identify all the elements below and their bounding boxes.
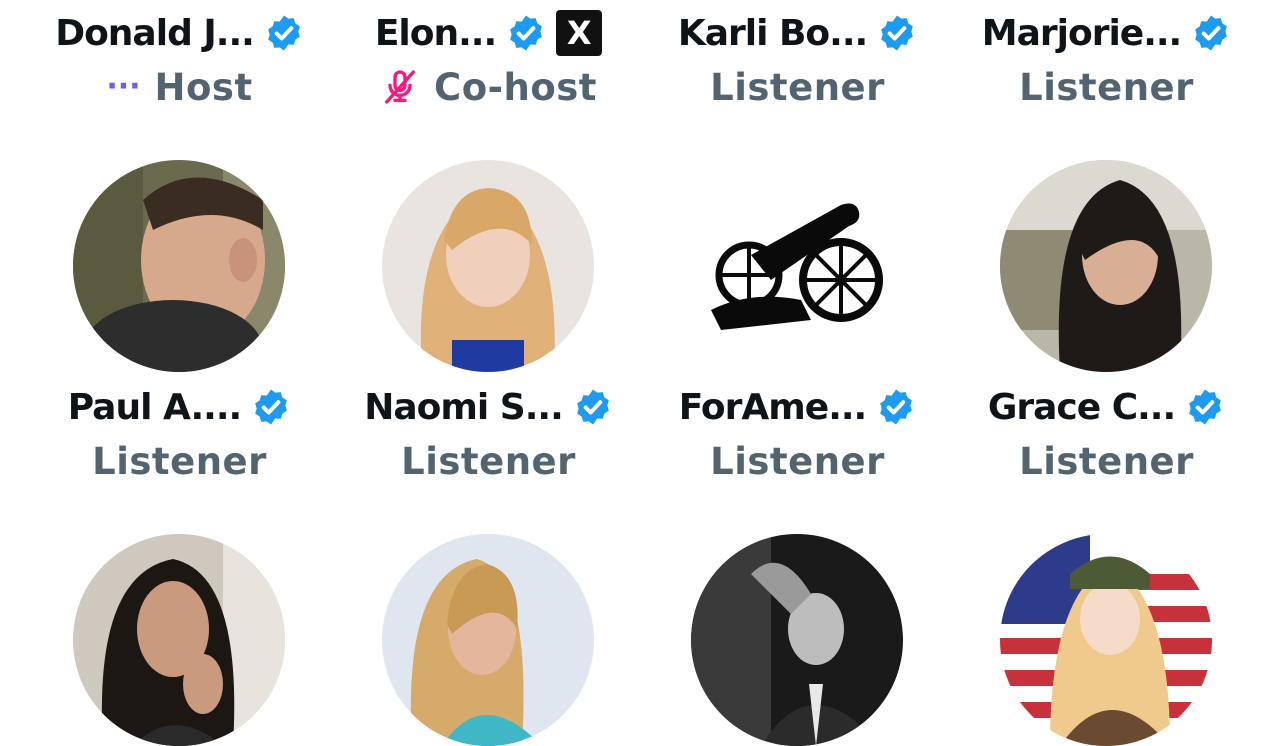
verified-badge-icon bbox=[1185, 387, 1225, 427]
avatar[interactable] bbox=[73, 160, 285, 372]
participant-name: Karli Bo... bbox=[677, 12, 868, 54]
participant-name: Grace C... bbox=[987, 386, 1176, 428]
participant-card[interactable]: Elon... X Co-host bbox=[334, 0, 643, 130]
role-row: ··· Host bbox=[25, 62, 334, 112]
participant-card[interactable]: ForAme... Listener bbox=[643, 158, 952, 488]
verified-badge-icon bbox=[877, 13, 917, 53]
role-row: Listener bbox=[643, 436, 952, 486]
participant-card[interactable] bbox=[643, 532, 952, 746]
participant-card[interactable] bbox=[334, 532, 643, 746]
verified-badge-icon bbox=[573, 387, 613, 427]
participant-card[interactable]: Marjorie... Listener bbox=[952, 0, 1261, 130]
participant-card[interactable]: Paul A.... Listener bbox=[25, 158, 334, 488]
avatar[interactable] bbox=[1000, 534, 1212, 746]
participant-card[interactable]: Naomi S... Listener bbox=[334, 158, 643, 488]
participant-card[interactable]: Donald J... ··· Host bbox=[25, 0, 334, 130]
participants-grid: Donald J... ··· Host Elon... X Co-host K… bbox=[0, 0, 1280, 746]
avatar[interactable] bbox=[691, 534, 903, 746]
participant-role: Host bbox=[154, 65, 253, 109]
name-row: Paul A.... bbox=[25, 382, 334, 432]
participant-card[interactable] bbox=[25, 532, 334, 746]
role-row: Listener bbox=[643, 62, 952, 112]
verified-badge-icon bbox=[264, 13, 304, 53]
participant-role: Listener bbox=[401, 439, 576, 483]
participant-name: Paul A.... bbox=[67, 386, 242, 428]
participant-name: Elon... bbox=[374, 12, 497, 54]
participant-role: Co-host bbox=[434, 65, 597, 109]
participant-card[interactable] bbox=[952, 532, 1261, 746]
participant-card[interactable]: Karli Bo... Listener bbox=[643, 0, 952, 130]
avatar[interactable] bbox=[1000, 160, 1212, 372]
verified-badge-icon bbox=[251, 387, 291, 427]
participant-name: ForAme... bbox=[678, 386, 867, 428]
participant-name: Naomi S... bbox=[364, 386, 563, 428]
verified-badge-icon bbox=[1191, 13, 1231, 53]
avatar[interactable] bbox=[691, 160, 903, 372]
participant-role: Listener bbox=[710, 439, 885, 483]
mic-muted-icon bbox=[380, 67, 420, 107]
participant-role: Listener bbox=[710, 65, 885, 109]
participant-role: Listener bbox=[92, 439, 267, 483]
participant-role: Listener bbox=[1019, 439, 1194, 483]
role-row: Listener bbox=[952, 436, 1261, 486]
name-row: Donald J... bbox=[25, 8, 334, 58]
participant-name: Donald J... bbox=[55, 12, 255, 54]
name-row: Karli Bo... bbox=[643, 8, 952, 58]
verified-badge-icon bbox=[876, 387, 916, 427]
name-row: Naomi S... bbox=[334, 382, 643, 432]
name-row: Elon... X bbox=[334, 8, 643, 58]
verified-badge-icon bbox=[506, 13, 546, 53]
x-affiliate-badge-icon: X bbox=[556, 10, 603, 56]
avatar[interactable] bbox=[382, 534, 594, 746]
role-row: Listener bbox=[25, 436, 334, 486]
participant-role: Listener bbox=[1019, 65, 1194, 109]
participant-card[interactable]: Grace C... Listener bbox=[952, 158, 1261, 488]
avatar[interactable] bbox=[73, 534, 285, 746]
name-row: ForAme... bbox=[643, 382, 952, 432]
role-row: Co-host bbox=[334, 62, 643, 112]
role-row: Listener bbox=[334, 436, 643, 486]
name-row: Grace C... bbox=[952, 382, 1261, 432]
avatar[interactable] bbox=[382, 160, 594, 372]
name-row: Marjorie... bbox=[952, 8, 1261, 58]
speaking-dots-icon: ··· bbox=[106, 69, 141, 104]
participant-name: Marjorie... bbox=[981, 12, 1182, 54]
role-row: Listener bbox=[952, 62, 1261, 112]
